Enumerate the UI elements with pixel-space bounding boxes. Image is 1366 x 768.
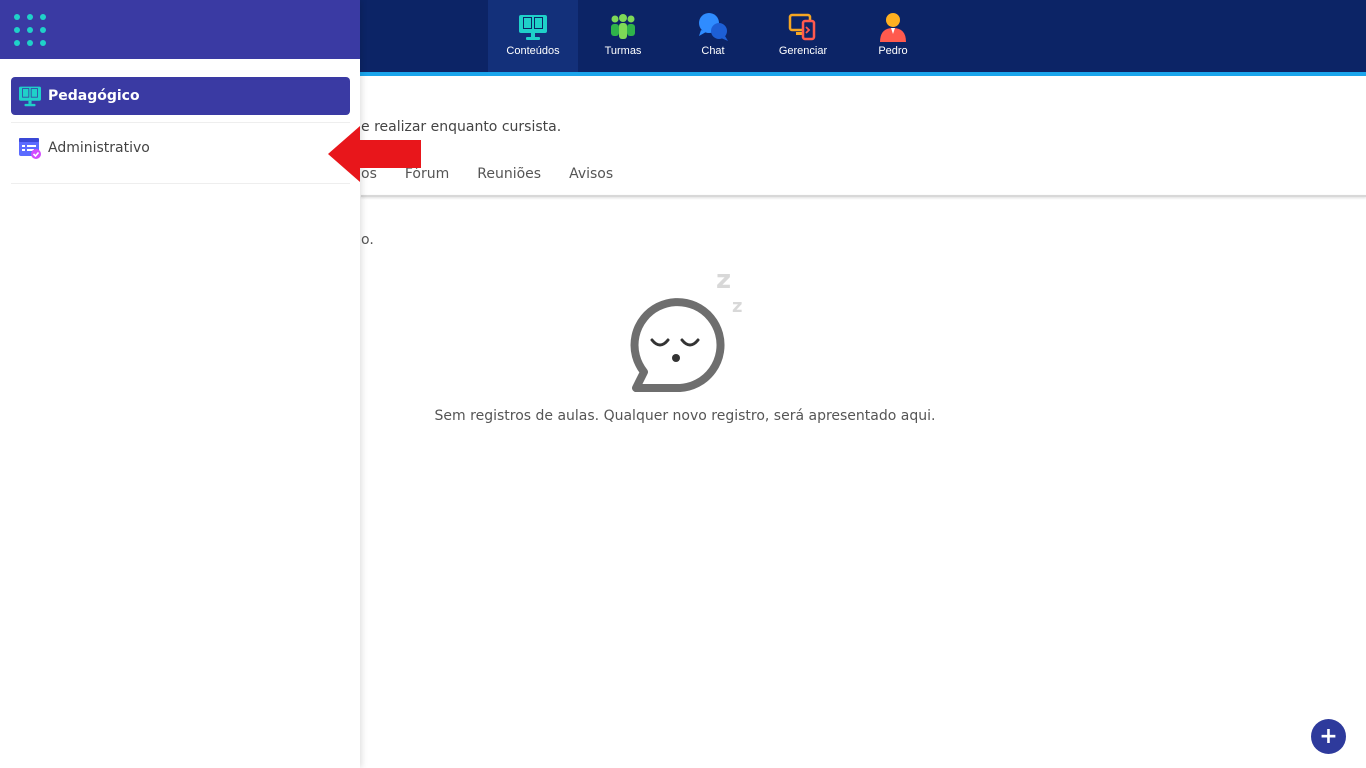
user-avatar-icon — [877, 12, 909, 42]
nav-user-pedro[interactable]: Pedro — [848, 0, 938, 72]
sleeping-chat-icon: z z — [630, 262, 750, 394]
nav-conteudos[interactable]: Conteúdos — [488, 0, 578, 72]
add-fab-button[interactable]: + — [1311, 719, 1346, 754]
side-drawer: Pedagógico Administrativo — [0, 0, 360, 768]
drawer-item-administrativo[interactable]: Administrativo — [11, 129, 350, 167]
monitor-book-icon — [18, 84, 42, 108]
drawer-item-label: Pedagógico — [48, 88, 140, 104]
nav-turmas[interactable]: Turmas — [578, 0, 668, 72]
admin-form-icon — [18, 136, 42, 160]
apps-grid-icon[interactable] — [13, 13, 47, 47]
tabs-divider — [361, 195, 1366, 197]
drawer-header — [0, 0, 360, 59]
red-arrow-icon — [328, 126, 421, 182]
nav-label: Chat — [701, 45, 725, 57]
content-text-fragment: o. — [361, 232, 374, 248]
nav-label: Turmas — [604, 45, 642, 57]
drawer-divider — [11, 122, 350, 123]
svg-text:z: z — [716, 265, 731, 295]
svg-text:z: z — [732, 296, 742, 317]
tab-avisos[interactable]: Avisos — [569, 166, 613, 182]
nav-label: Pedro — [878, 45, 908, 57]
people-group-icon — [607, 12, 639, 42]
chat-bubbles-icon — [697, 12, 729, 42]
drawer-divider — [11, 183, 350, 184]
monitor-book-icon — [517, 12, 549, 42]
nav-label: Conteúdos — [506, 45, 560, 57]
tab-reunioes[interactable]: Reuniões — [477, 166, 541, 182]
nav-label: Gerenciar — [778, 45, 828, 57]
top-nav: Conteúdos Turmas Chat Gerenciar Pedro — [488, 0, 938, 72]
drawer-item-label: Administrativo — [48, 140, 150, 156]
nav-chat[interactable]: Chat — [668, 0, 758, 72]
nav-gerenciar[interactable]: Gerenciar — [758, 0, 848, 72]
empty-state-text: Sem registros de aulas. Qualquer novo re… — [434, 408, 936, 424]
drawer-item-pedagogico[interactable]: Pedagógico — [11, 77, 350, 115]
manage-devices-icon — [787, 12, 819, 42]
